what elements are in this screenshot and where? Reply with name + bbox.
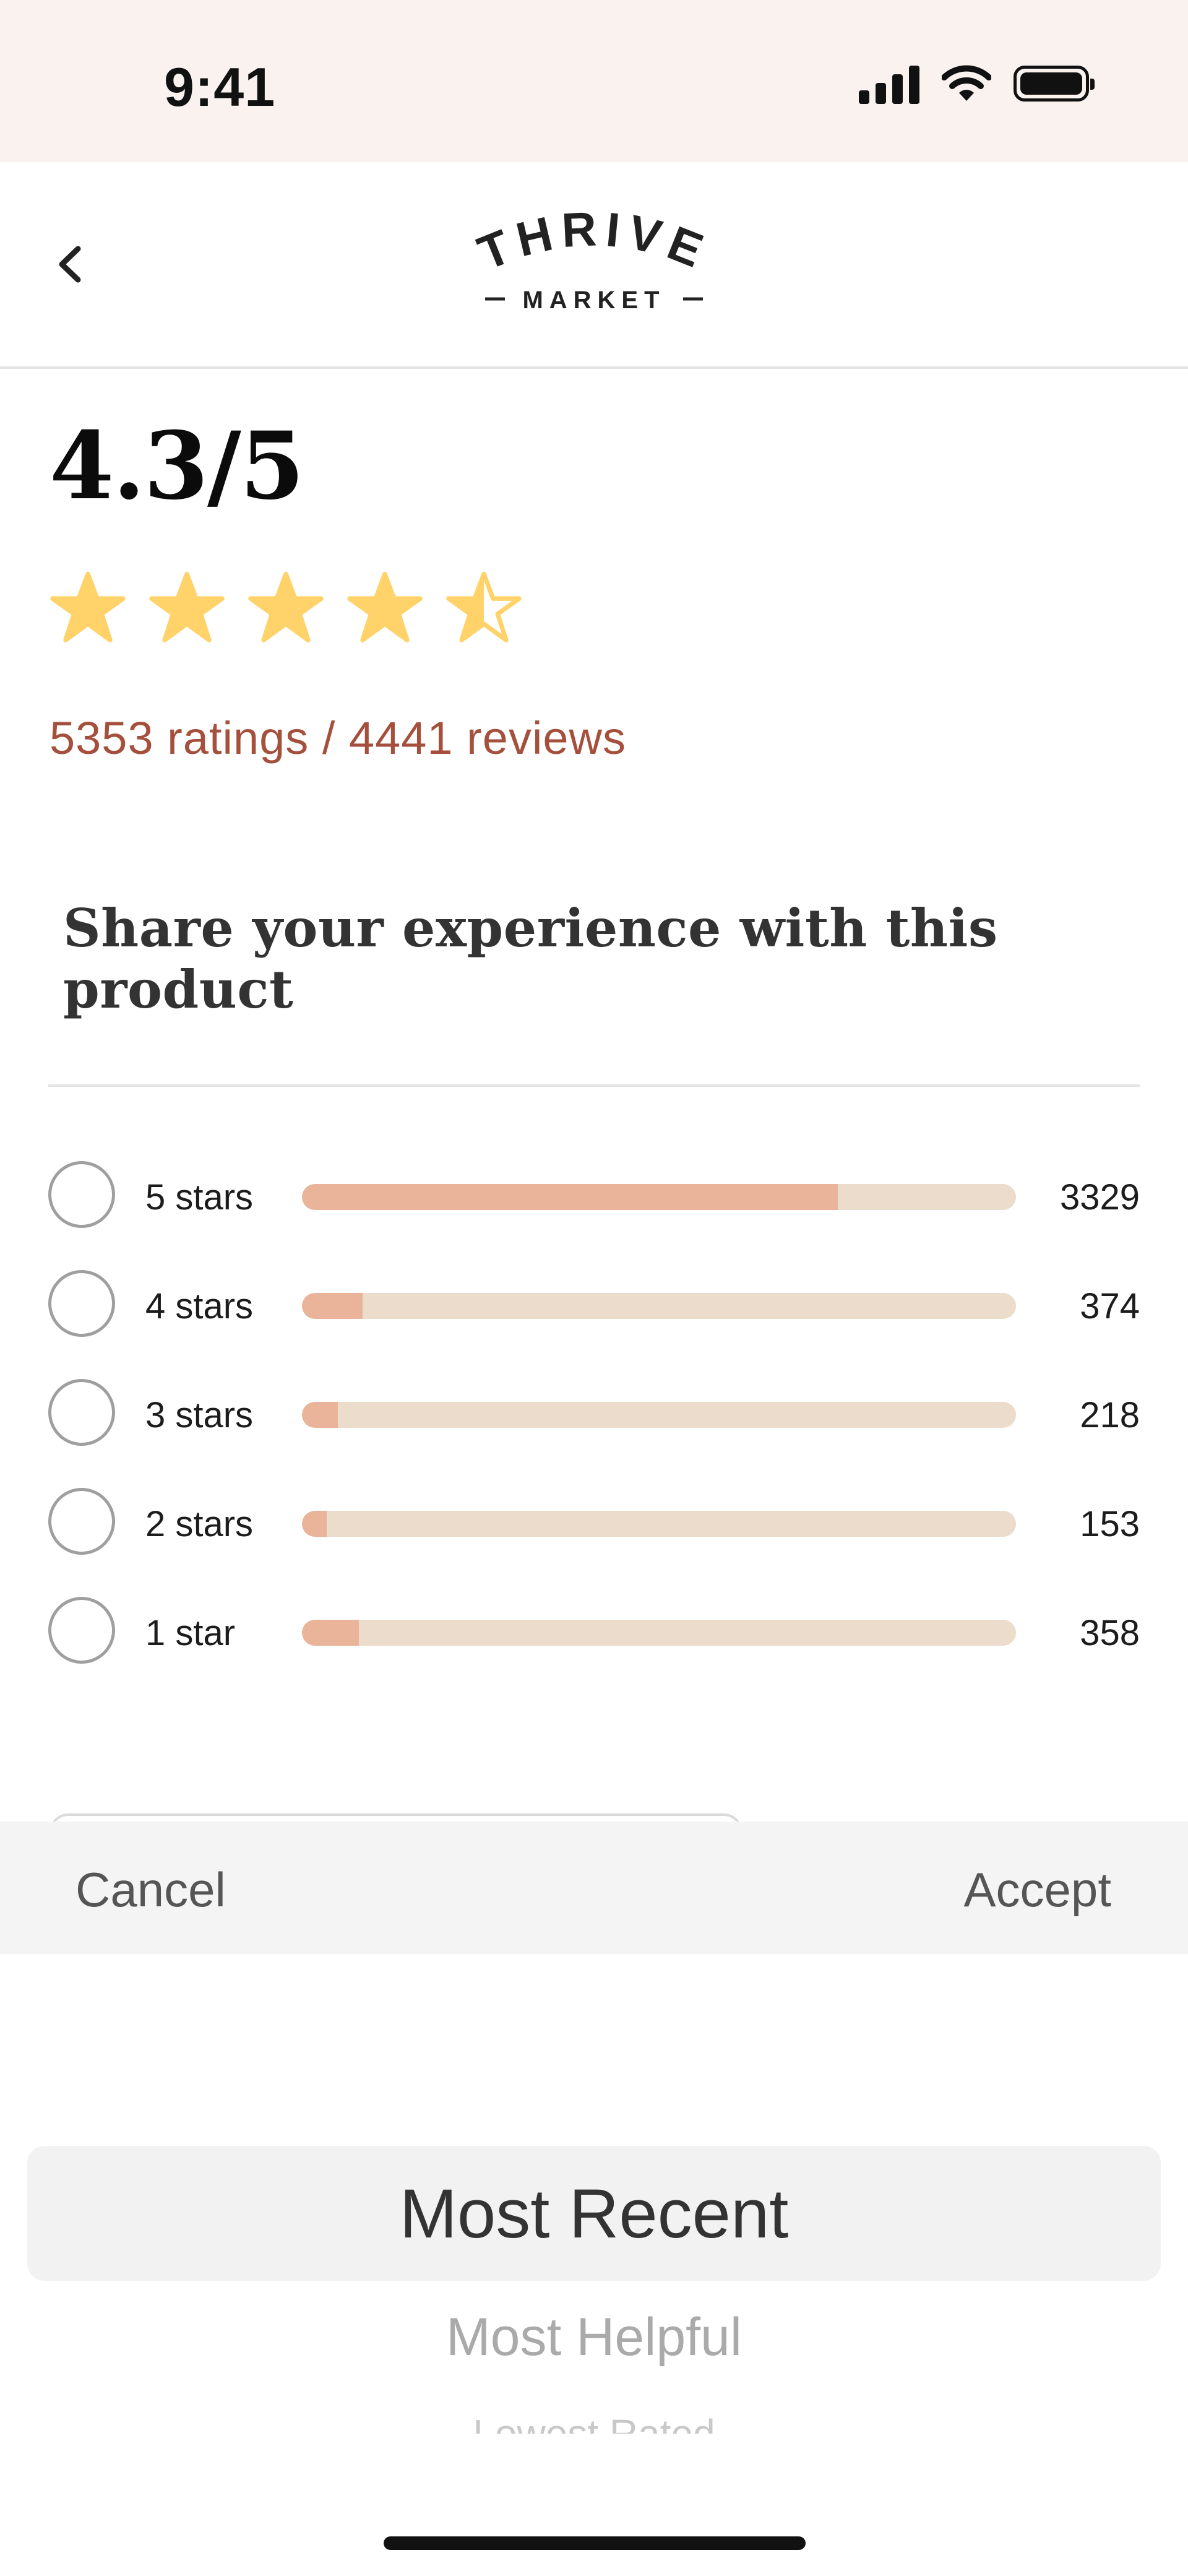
rating-row-count: 153 — [1080, 1504, 1140, 1544]
status-icons — [859, 63, 1095, 104]
svg-text:THRIVE: THRIVE — [470, 205, 717, 280]
rating-bar-fill — [302, 1620, 359, 1646]
rating-bar-track — [302, 1402, 1016, 1428]
picker-option-most-recent[interactable]: Most Recent — [0, 2174, 1188, 2254]
rating-row[interactable]: 4 stars 374 — [48, 1270, 1140, 1342]
rating-row[interactable]: 2 stars 153 — [48, 1488, 1140, 1560]
rating-row-count: 358 — [1080, 1613, 1140, 1653]
rating-bar-fill — [302, 1293, 363, 1319]
picker-toolbar: Cancel Accept — [0, 1822, 1188, 1954]
thrive-market-logo: THRIVE MARKET — [470, 205, 717, 314]
rating-row-label: 1 star — [145, 1613, 236, 1653]
rating-filter-radio[interactable] — [48, 1597, 115, 1664]
battery-icon — [1014, 66, 1095, 102]
star-full-icon — [50, 571, 126, 642]
rating-score: 4.3/5 — [50, 412, 304, 521]
rating-filter-radio[interactable] — [48, 1161, 115, 1228]
rating-bar-track — [302, 1620, 1016, 1646]
signal-icon — [859, 63, 919, 104]
rating-row-label: 3 stars — [145, 1395, 254, 1435]
rating-filter-radio[interactable] — [48, 1379, 115, 1446]
rating-bar-track — [302, 1184, 1016, 1210]
star-full-icon — [347, 571, 423, 642]
back-button[interactable] — [43, 236, 99, 292]
rating-row[interactable]: 1 star 358 — [48, 1597, 1140, 1669]
cancel-button[interactable]: Cancel — [75, 1862, 226, 1918]
rating-bar-fill — [302, 1184, 838, 1210]
nav-bar: THRIVE MARKET — [0, 162, 1188, 369]
rating-filter-radio[interactable] — [48, 1488, 115, 1555]
star-half-icon — [446, 571, 522, 642]
chevron-left-icon — [59, 246, 81, 283]
star-rating — [50, 569, 522, 646]
rating-row-count: 374 — [1080, 1286, 1140, 1326]
share-experience-heading[interactable]: Share your experience with this product — [63, 897, 1188, 1020]
picker-option-most-helpful[interactable]: Most Helpful — [0, 2307, 1188, 2368]
logo-wordmark-top: THRIVE — [470, 205, 710, 280]
status-bar: 9:41 — [0, 0, 1188, 162]
star-full-icon — [149, 571, 225, 642]
rating-row[interactable]: 5 stars 3329 — [48, 1161, 1140, 1233]
rating-row[interactable]: 3 stars 218 — [48, 1379, 1140, 1451]
wifi-icon — [942, 65, 991, 101]
rating-row-label: 2 stars — [145, 1504, 254, 1544]
rating-bar-fill — [302, 1511, 327, 1537]
star-full-icon — [248, 571, 324, 642]
status-time: 9:41 — [164, 56, 276, 118]
ratings-reviews-count[interactable]: 5353 ratings / 4441 reviews — [50, 712, 626, 764]
rating-row-count: 218 — [1080, 1395, 1140, 1435]
rating-row-label: 4 stars — [145, 1286, 254, 1326]
rating-row-label: 5 stars — [145, 1177, 254, 1217]
logo-wordmark-bottom: MARKET — [522, 287, 665, 314]
rating-bar-track — [302, 1293, 1016, 1319]
rating-bar-track — [302, 1511, 1016, 1537]
accept-button[interactable]: Accept — [964, 1862, 1111, 1918]
sort-picker[interactable]: Most Recent Most Helpful Lowest Rated — [0, 1954, 1188, 2576]
divider — [48, 1084, 1140, 1087]
home-indicator — [384, 2536, 806, 2550]
picker-option-lowest-rated[interactable]: Lowest Rated — [0, 2409, 1188, 2434]
rating-row-count: 3329 — [1059, 1177, 1140, 1217]
rating-filter-radio[interactable] — [48, 1270, 115, 1337]
rating-bar-fill — [302, 1402, 338, 1428]
